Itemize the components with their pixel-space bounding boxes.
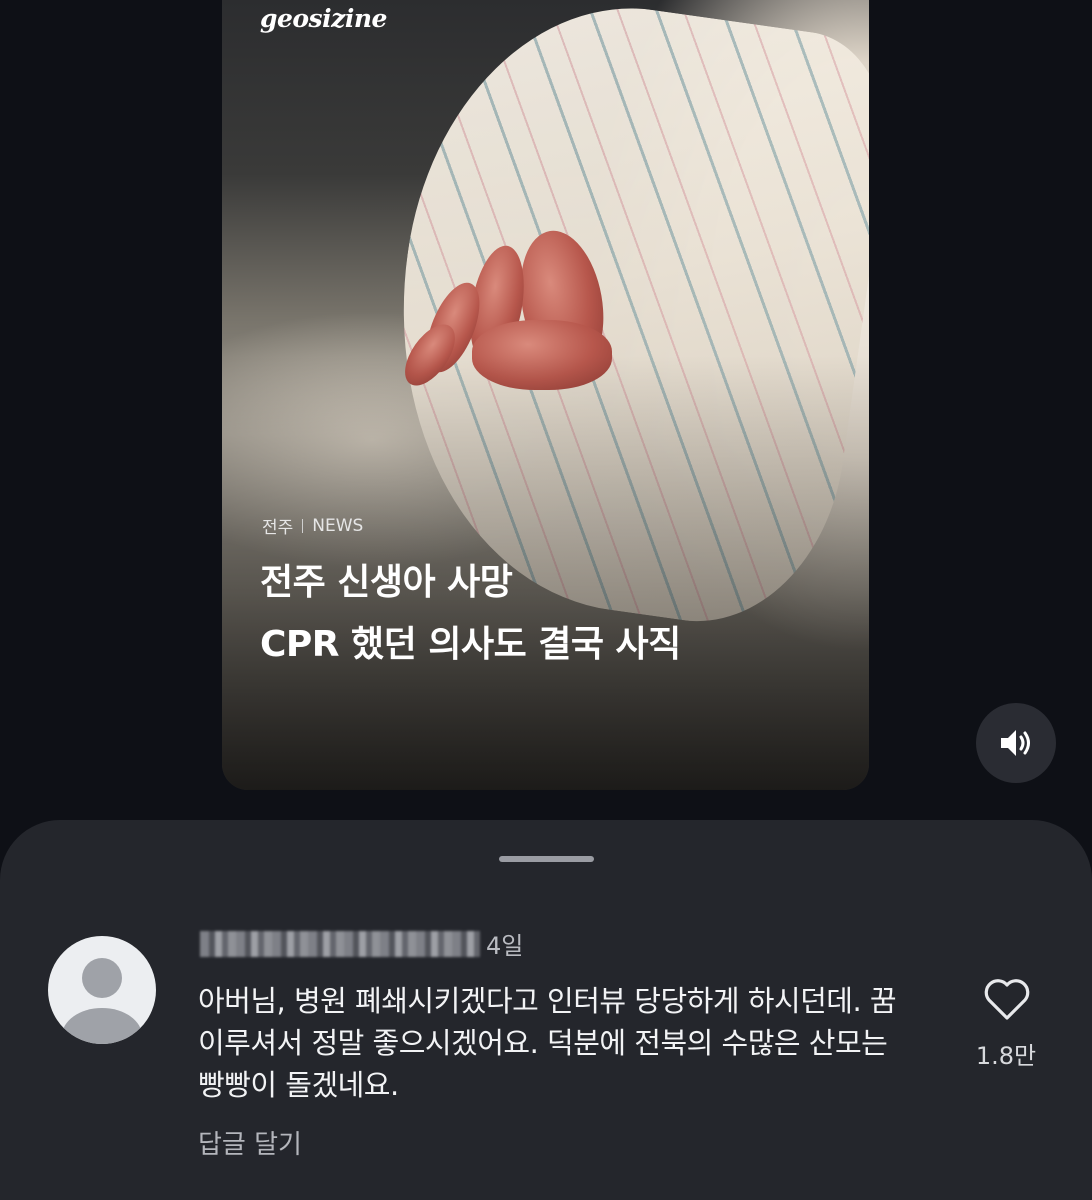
comment-time: 4일 [486,932,524,960]
comment-meta: 4일 [200,926,523,961]
news-headline: 전주 신생아 사망 CPR 했던 의사도 결국 사직 [260,552,681,676]
like-button[interactable] [978,976,1036,1022]
commenter-avatar[interactable] [48,936,156,1044]
heart-icon [984,979,1030,1020]
speaker-volume-icon [1001,730,1030,756]
category-divider [302,518,304,533]
like-count: 1.8만 [975,1042,1037,1070]
reply-button[interactable]: 답글 달기 [198,1124,302,1161]
news-category: 전주 NEWS [262,513,364,539]
default-avatar-icon [62,958,142,1044]
category-region: 전주 [262,518,294,538]
category-section: NEWS [312,515,364,536]
blurred-username[interactable] [200,930,480,957]
drag-handle[interactable] [499,856,594,862]
volume-button[interactable] [976,703,1056,783]
comment-text: 아버님, 병원 폐쇄시키겠다고 인터뷰 당당하게 하시던데. 꿈 이루셔서 정말… [198,984,897,1102]
headline-line-2: CPR 했던 의사도 결국 사직 [260,624,681,665]
shorts-viewer: geosizine 전주 NEWS 전주 신생아 사망 CPR 했던 의사도 결… [0,0,1092,1200]
comments-sheet: 4일 아버님, 병원 폐쇄시키겠다고 인터뷰 당당하게 하시던데. 꿈 이루셔서… [0,820,1092,1200]
headline-line-1: 전주 신생아 사망 [260,562,513,603]
news-video-card[interactable]: geosizine 전주 NEWS 전주 신생아 사망 CPR 했던 의사도 결… [222,0,869,790]
brand-logo: geosizine [260,4,387,33]
